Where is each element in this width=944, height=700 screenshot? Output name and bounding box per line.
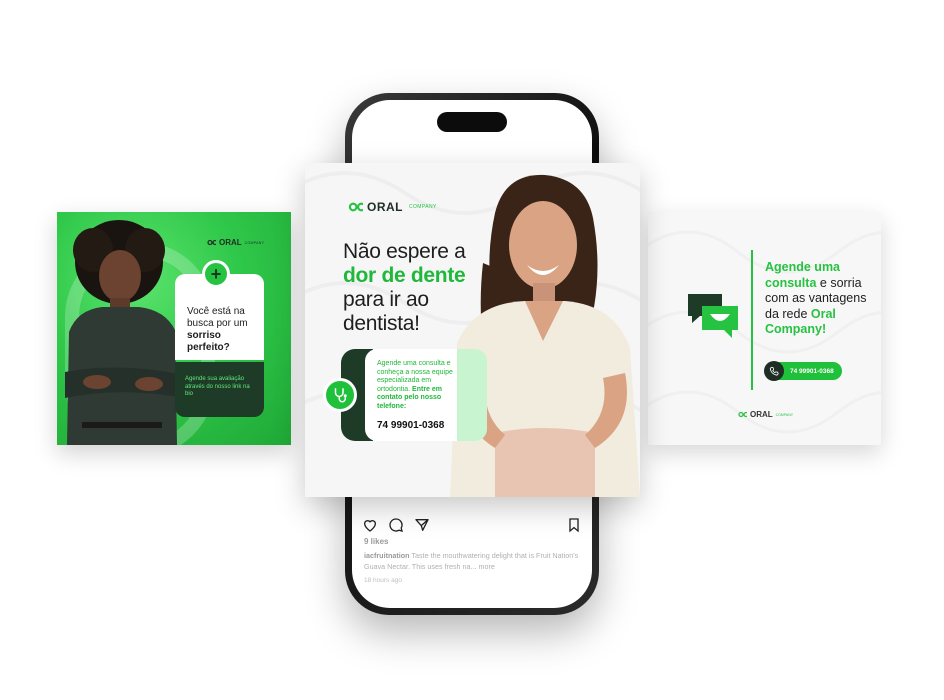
- logo-text: ORAL: [750, 410, 773, 419]
- oral-company-logo: ORAL COMPANY: [736, 410, 793, 419]
- heart-icon[interactable]: [362, 517, 378, 533]
- info-text: Agende uma consulta e conheça a nossa eq…: [377, 360, 459, 411]
- likes-count: 9 likes: [364, 537, 389, 546]
- right-post-card: Agende uma consulta e sorria com as vant…: [648, 212, 881, 445]
- logo-text: ORAL: [219, 238, 242, 247]
- info-box-mint-tab: [457, 349, 487, 441]
- stethoscope-icon: [323, 378, 357, 412]
- divider-line: [751, 250, 753, 390]
- question-bold: sorriso perfeito?: [187, 330, 230, 353]
- oral-company-logo: ORAL COMPANY: [205, 238, 264, 247]
- phone-pill[interactable]: 74 99901-0368: [764, 361, 842, 381]
- share-icon[interactable]: [414, 517, 430, 533]
- post-caption: iacfruitnation Taste the mouthwatering d…: [364, 550, 579, 572]
- post-actions: [362, 514, 582, 536]
- cta-text: Agende uma consulta e sorria com as vant…: [765, 260, 875, 338]
- comment-icon[interactable]: [388, 517, 404, 533]
- phone-number[interactable]: 74 99901-0368: [377, 420, 444, 431]
- phone-number: 74 99901-0368: [790, 367, 834, 375]
- caption-username[interactable]: iacfruitnation: [364, 551, 410, 560]
- infinity-logo-icon: [207, 239, 216, 246]
- plus-icon: +: [202, 260, 230, 288]
- infinity-logo-icon: [738, 411, 747, 418]
- question-text: Você está na busca por um sorriso perfei…: [187, 306, 263, 354]
- chat-smile-icon: [688, 294, 738, 338]
- logo-subtext: COMPANY: [409, 204, 437, 210]
- caption-more[interactable]: more: [479, 562, 495, 571]
- logo-text: ORAL: [367, 200, 403, 214]
- headline: Não espere a dor de dente para ir ao den…: [343, 240, 493, 336]
- note-text: Agende sua avaliação através do nosso li…: [185, 376, 250, 397]
- logo-subtext: COMPANY: [775, 412, 794, 417]
- left-post-card: ORAL COMPANY + Você está na busca por um…: [57, 212, 291, 445]
- logo-subtext: COMPANY: [244, 240, 265, 245]
- infinity-logo-icon: [348, 202, 363, 212]
- center-post-card: ORAL COMPANY Não espere a dor de dente p…: [305, 163, 640, 497]
- headline-part-1: Não espere a: [343, 240, 466, 263]
- headline-part-2: para ir ao dentista!: [343, 288, 429, 335]
- post-time: 18 hours ago: [364, 577, 402, 584]
- dynamic-island: [437, 112, 507, 132]
- phone-icon: [764, 361, 784, 381]
- question-part: Você está na busca por um: [187, 306, 248, 329]
- headline-green: dor de dente: [343, 264, 466, 287]
- oral-company-logo: ORAL COMPANY: [345, 200, 437, 214]
- bookmark-icon[interactable]: [566, 517, 582, 533]
